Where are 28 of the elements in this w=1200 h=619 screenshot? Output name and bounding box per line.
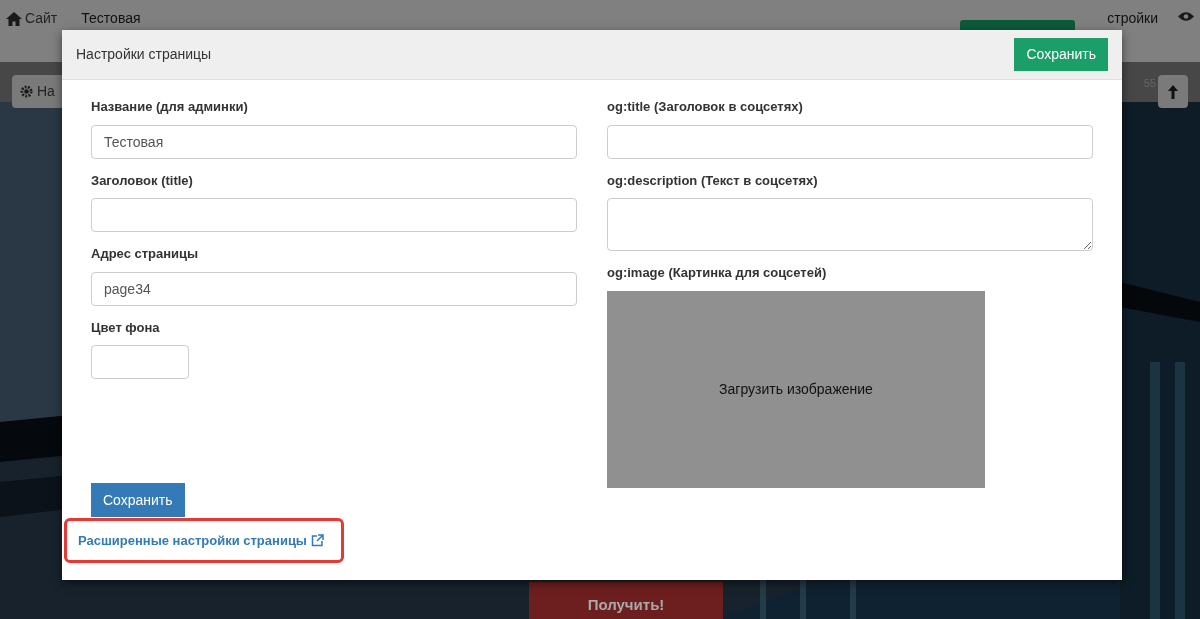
modal-title: Настройки страницы <box>76 45 212 64</box>
field-label: og:title (Заголовок в соцсетях) <box>607 98 804 116</box>
toolbar-button-label: На <box>37 82 55 101</box>
page-dropdown[interactable]: Тестовая <box>81 8 141 29</box>
upload-button[interactable] <box>1158 75 1188 108</box>
color-field[interactable] <box>91 345 189 379</box>
upload-label: Загрузить изображение <box>719 379 873 399</box>
field-label: Адрес страницы <box>91 245 200 263</box>
text-field[interactable] <box>91 198 577 232</box>
settings-link[interactable]: стройки <box>1107 8 1158 29</box>
arrow-up-icon <box>1168 84 1178 99</box>
home-link[interactable]: Сайт <box>25 8 58 29</box>
image-upload-area[interactable]: Загрузить изображение <box>607 290 985 488</box>
field-label: og:description (Текст в соцсетях) <box>607 171 819 190</box>
external-link-icon <box>311 534 324 547</box>
save-button[interactable]: Сохранить <box>91 483 185 517</box>
text-field[interactable]: Тестовая <box>91 124 577 159</box>
home-icon <box>6 11 22 26</box>
text-field[interactable] <box>607 124 1093 159</box>
gear-icon <box>20 85 33 98</box>
field-label: og:image (Картинка для соцсетей) <box>607 264 828 282</box>
field-label: Цвет фона <box>91 318 161 337</box>
eye-icon <box>1178 11 1194 22</box>
field-label: Название (для админки) <box>91 98 249 116</box>
textarea-field[interactable] <box>607 198 1093 251</box>
save-button[interactable]: Сохранить <box>1014 38 1108 71</box>
field-label: Заголовок (title) <box>91 171 194 190</box>
text-field[interactable]: page34 <box>91 271 577 306</box>
